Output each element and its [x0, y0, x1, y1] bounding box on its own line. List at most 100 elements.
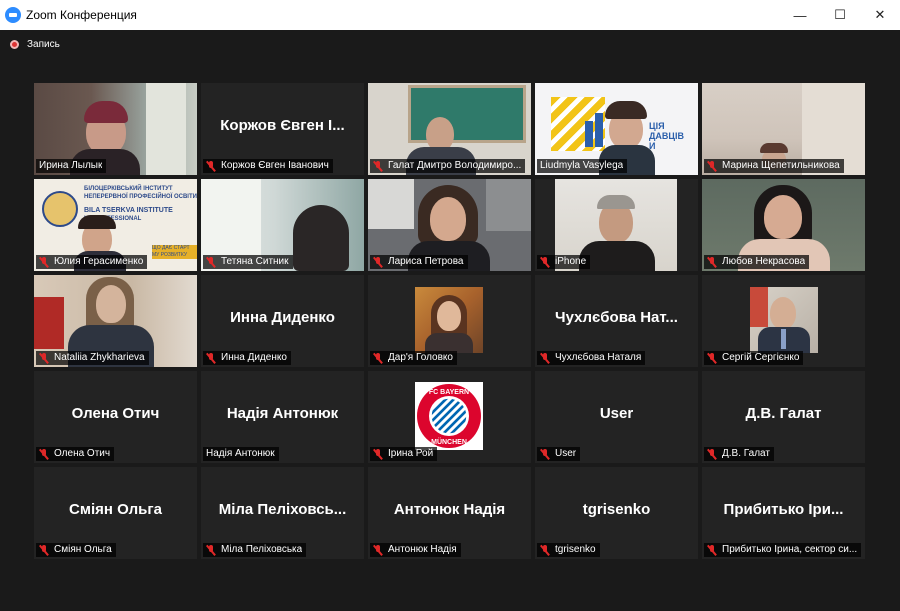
participant-name-tag: Надія Антонюк — [203, 447, 279, 461]
participant-name-tag: Тетяна Ситник — [203, 255, 293, 269]
video-tile[interactable]: Марина Щепетильникова — [702, 83, 865, 175]
participant-display-name: Надія Антонюк — [226, 405, 339, 422]
participant-name-tag: Любов Некрасова — [704, 255, 810, 269]
video-tile[interactable]: БІЛОЦЕРКІВСЬКИЙ ІНСТИТУТ НЕПЕРЕРВНОЇ ПРОФ… — [34, 179, 197, 271]
video-tile[interactable]: Инна Диденко Инна Диденко — [201, 275, 364, 367]
muted-mic-icon — [39, 256, 49, 268]
participant-display-name: Прибитько Іри... — [723, 501, 844, 518]
video-tile[interactable]: tgrisenko tgrisenko — [535, 467, 698, 559]
participant-name-tag: Ірина Рой — [370, 447, 438, 461]
participant-display-name: Чухлєбова Нат... — [555, 309, 678, 326]
recording-label: Запись — [27, 38, 60, 50]
svg-text:MÜNCHEN: MÜNCHEN — [431, 437, 467, 446]
muted-mic-icon — [707, 448, 717, 460]
participant-name-tag: Ирина Лылык — [36, 159, 107, 173]
record-icon — [10, 39, 19, 49]
video-tile[interactable]: Тетяна Ситник — [201, 179, 364, 271]
video-tile[interactable]: Nataliia Zhykharieva — [34, 275, 197, 367]
participant-display-name: Инна Диденко — [230, 309, 335, 326]
participant-name-tag: Сергій Сергієнко — [704, 351, 804, 365]
svg-text:FC BAYERN: FC BAYERN — [429, 389, 469, 396]
video-tile[interactable]: Коржов Євген І... Коржов Євген Іванович — [201, 83, 364, 175]
participant-display-name: Коржов Євген І... — [220, 117, 345, 134]
participant-name-tag: Сміян Ольга — [36, 543, 116, 557]
participant-display-name: User — [599, 405, 634, 422]
participant-avatar — [415, 287, 483, 353]
video-tile[interactable]: Ирина Лылык — [34, 83, 197, 175]
participant-name-tag: Антонюк Надія — [370, 543, 461, 557]
muted-mic-icon — [373, 352, 383, 364]
participant-name-tag: Марина Щепетильникова — [704, 159, 844, 173]
muted-mic-icon — [707, 256, 717, 268]
video-tile[interactable]: iPhone — [535, 179, 698, 271]
muted-mic-icon — [707, 544, 717, 556]
muted-mic-icon — [707, 352, 717, 364]
window-controls: — ☐ ✕ — [780, 0, 900, 30]
video-tile[interactable]: ЦІЯ ДАВЦІВ И Liudmyla Vasylega — [535, 83, 698, 175]
participant-name-tag: Liudmyla Vasylega — [537, 159, 628, 173]
minimize-button[interactable]: — — [780, 0, 820, 30]
muted-mic-icon — [373, 256, 383, 268]
maximize-button[interactable]: ☐ — [820, 0, 860, 30]
participant-name-tag: Галат Дмитро Володимиро... — [370, 159, 526, 173]
participant-display-name: Д.В. Галат — [745, 405, 822, 422]
video-tile[interactable]: Антонюк Надія Антонюк Надія — [368, 467, 531, 559]
video-tile[interactable]: Дар'я Головко — [368, 275, 531, 367]
video-tile[interactable]: Галат Дмитро Володимиро... — [368, 83, 531, 175]
close-button[interactable]: ✕ — [860, 0, 900, 30]
muted-mic-icon — [206, 544, 216, 556]
participant-display-name: Міла Пеліховсь... — [218, 501, 347, 518]
video-tile[interactable]: Сміян Ольга Сміян Ольга — [34, 467, 197, 559]
muted-mic-icon — [373, 448, 383, 460]
participant-display-name: Сміян Ольга — [69, 501, 162, 518]
zoom-logo-icon — [5, 7, 21, 23]
video-tile[interactable]: Олена Отич Олена Отич — [34, 371, 197, 463]
gallery-view: Ирина Лылык Коржов Євген І... Коржов Євг… — [34, 83, 865, 559]
muted-mic-icon — [206, 160, 216, 172]
participant-name-tag: Дар'я Головко — [370, 351, 457, 365]
muted-mic-icon — [39, 448, 49, 460]
video-tile[interactable]: Любов Некрасова — [702, 179, 865, 271]
participant-name-tag: Nataliia Zhykharieva — [36, 351, 149, 365]
participant-name-tag: Лариса Петрова — [370, 255, 468, 269]
participant-name-tag: Олена Отич — [36, 447, 115, 461]
muted-mic-icon — [540, 352, 550, 364]
participant-name-tag: User — [537, 447, 581, 461]
video-tile[interactable]: Міла Пеліховсь... Міла Пеліховська — [201, 467, 364, 559]
video-tile[interactable]: Надія Антонюк Надія Антонюк — [201, 371, 364, 463]
participant-name-tag: Міла Пеліховська — [203, 543, 307, 557]
muted-mic-icon — [206, 352, 216, 364]
participant-display-name: Антонюк Надія — [393, 501, 506, 518]
video-tile[interactable]: User User — [535, 371, 698, 463]
title-bar: Zoom Конференция — ☐ ✕ — [0, 0, 900, 30]
participant-name-tag: Инна Диденко — [203, 351, 291, 365]
muted-mic-icon — [206, 256, 216, 268]
video-tile[interactable]: Чухлєбова Нат... Чухлєбова Наталя — [535, 275, 698, 367]
video-tile[interactable]: Прибитько Іри... Прибитько Ірина, сектор… — [702, 467, 865, 559]
participant-name-tag: Юлия Герасименко — [36, 255, 148, 269]
muted-mic-icon — [540, 448, 550, 460]
muted-mic-icon — [373, 160, 383, 172]
participant-name-tag: Чухлєбова Наталя — [537, 351, 646, 365]
participant-name-tag: Коржов Євген Іванович — [203, 159, 333, 173]
fc-bayern-logo-icon: FC BAYERN MÜNCHEN — [415, 382, 483, 450]
video-tile[interactable]: FC BAYERN MÜNCHEN Ірина Рой — [368, 371, 531, 463]
participant-avatar — [750, 287, 818, 353]
participant-name-tag: tgrisenko — [537, 543, 600, 557]
participant-display-name: Олена Отич — [71, 405, 160, 422]
muted-mic-icon — [39, 544, 49, 556]
video-tile[interactable]: Лариса Петрова — [368, 179, 531, 271]
muted-mic-icon — [373, 544, 383, 556]
participant-name-tag: Д.В. Галат — [704, 447, 774, 461]
video-tile[interactable]: Сергій Сергієнко — [702, 275, 865, 367]
participant-name-tag: Прибитько Ірина, сектор си... — [704, 543, 862, 557]
video-tile[interactable]: Д.В. Галат Д.В. Галат — [702, 371, 865, 463]
muted-mic-icon — [707, 160, 717, 172]
muted-mic-icon — [540, 544, 550, 556]
window-title: Zoom Конференция — [26, 8, 137, 22]
recording-indicator[interactable]: Запись — [0, 30, 900, 58]
participant-name-tag: iPhone — [537, 255, 591, 269]
muted-mic-icon — [540, 256, 550, 268]
participant-display-name: tgrisenko — [582, 501, 651, 518]
muted-mic-icon — [39, 352, 49, 364]
